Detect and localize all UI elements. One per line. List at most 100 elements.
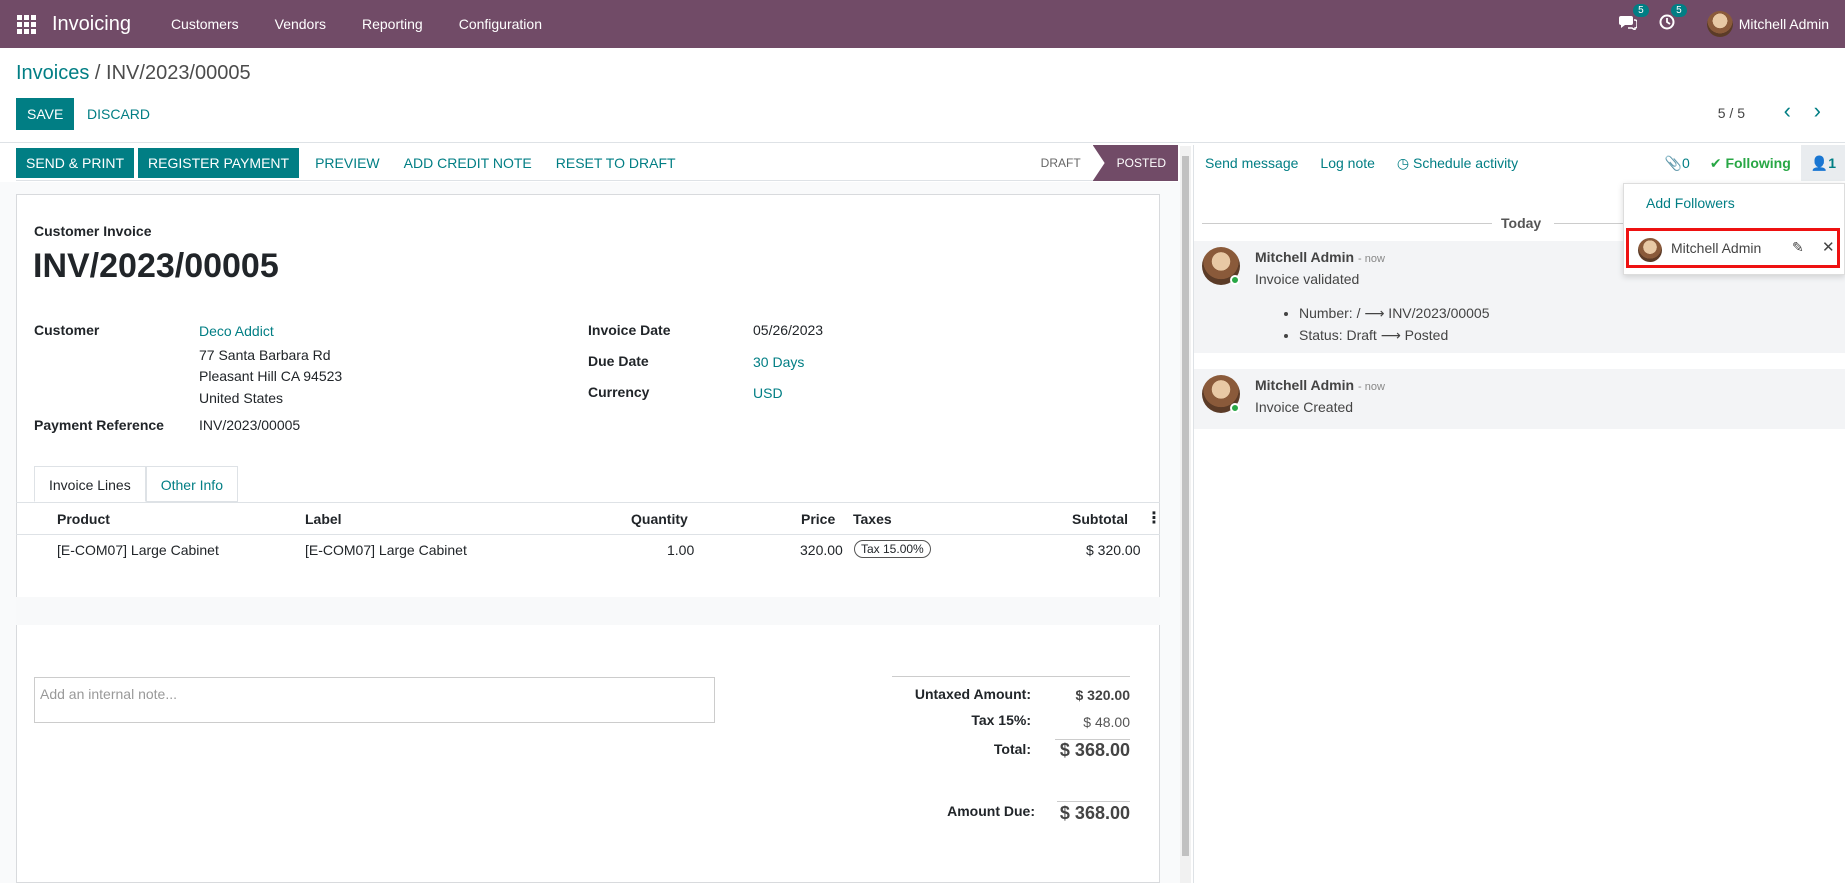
form-scrollbar[interactable] (1180, 146, 1191, 883)
payment-reference-label: Payment Reference (34, 417, 164, 433)
messaging-icon[interactable]: 5 (1618, 3, 1649, 35)
check-icon: ✔ (1709, 154, 1726, 171)
attachments-count: 0 (1682, 154, 1690, 171)
customer-label: Customer (34, 322, 100, 338)
customer-address-line3: United States (199, 390, 284, 406)
state-draft[interactable]: DRAFT (1025, 145, 1093, 181)
invoice-date-value[interactable]: 05/26/2023 (753, 322, 823, 338)
tracking-value: Number: / ⟶ INV/2023/00005 (1299, 305, 1490, 322)
message-time: - now (1358, 381, 1385, 393)
due-date-link[interactable]: 30 Days (753, 354, 804, 370)
discard-button[interactable]: DISCARD (78, 98, 159, 130)
column-price[interactable]: Price (801, 511, 835, 527)
message-author[interactable]: Mitchell Admin - now (1255, 377, 1385, 393)
breadcrumb-separator: / (89, 62, 107, 84)
line-tax-badge: Tax 15.00% (854, 540, 931, 558)
follower-name[interactable]: Mitchell Admin (1671, 240, 1761, 256)
tax-value: $ 48.00 (1083, 714, 1130, 730)
following-label: Following (1725, 154, 1791, 171)
systray: 5 5 Mitchell Admin (1618, 0, 1845, 48)
untaxed-amount-value: $ 320.00 (1075, 687, 1131, 703)
log-note-button[interactable]: Log note (1309, 155, 1386, 171)
column-taxes[interactable]: Taxes (853, 511, 892, 527)
table-row[interactable]: [E-COM07] Large Cabinet [E-COM07] Large … (16, 535, 1160, 567)
save-button[interactable]: SAVE (16, 98, 75, 130)
edit-pencil-icon[interactable]: ✎ (1792, 239, 1804, 256)
internal-note-input[interactable]: Add an internal note... (34, 677, 715, 723)
message-time: - now (1358, 253, 1385, 265)
attachments-button[interactable]: 📎0 (1655, 155, 1700, 172)
messages-badge: 5 (1633, 3, 1649, 17)
total-value: $ 368.00 (1059, 740, 1130, 760)
menu-reporting[interactable]: Reporting (344, 16, 441, 32)
tab-invoice-lines[interactable]: Invoice Lines (34, 466, 146, 502)
clock-icon: ◷ (1396, 154, 1414, 171)
user-menu[interactable]: Mitchell Admin (1706, 11, 1829, 37)
followers-count: 1 (1828, 155, 1836, 171)
breadcrumb: Invoices / INV/2023/00005 (16, 62, 251, 85)
user-avatar (1706, 11, 1733, 37)
register-payment-button[interactable]: REGISTER PAYMENT (138, 147, 300, 178)
column-subtotal[interactable]: Subtotal (1072, 511, 1128, 527)
pager-next-icon[interactable]: › (1814, 100, 1821, 122)
remove-close-icon[interactable]: ✕ (1822, 238, 1835, 256)
line-quantity[interactable]: 1.00 (667, 542, 694, 558)
breadcrumb-current: INV/2023/00005 (106, 62, 251, 84)
column-label[interactable]: Label (305, 511, 342, 527)
user-name: Mitchell Admin (1738, 16, 1829, 32)
paperclip-icon: 📎 (1664, 154, 1683, 171)
message-body: Invoice validated (1255, 271, 1360, 287)
send-print-button[interactable]: SEND & PRINT (16, 147, 135, 178)
follower-avatar (1638, 238, 1662, 262)
pager-value[interactable]: 5 / 5 (1718, 105, 1745, 121)
payment-reference-value[interactable]: INV/2023/00005 (199, 417, 300, 433)
reset-to-draft-button[interactable]: RESET TO DRAFT (544, 148, 688, 178)
pager-previous-icon[interactable]: ‹ (1784, 100, 1791, 122)
currency-link[interactable]: USD (753, 385, 783, 401)
message-author[interactable]: Mitchell Admin - now (1255, 249, 1385, 265)
followers-dropdown: Add Followers Mitchell Admin ✎ ✕ (1623, 183, 1845, 275)
optional-columns-icon[interactable]: ⋮ (1146, 508, 1162, 528)
invoice-lines-header: Product Label Quantity Price Taxes Subto… (16, 503, 1162, 535)
followers-button[interactable]: 👤1 (1800, 145, 1845, 181)
line-subtotal: $ 320.00 (1086, 542, 1141, 558)
preview-button[interactable]: PREVIEW (303, 148, 392, 178)
schedule-activity-button[interactable]: ◷ Schedule activity (1386, 155, 1529, 172)
menu-vendors[interactable]: Vendors (257, 16, 344, 32)
follower-item[interactable]: Mitchell Admin ✎ ✕ (1626, 228, 1840, 268)
add-credit-note-button[interactable]: ADD CREDIT NOTE (392, 148, 544, 178)
message-author-name: Mitchell Admin (1255, 249, 1355, 265)
customer-name-link[interactable]: Deco Addict (199, 323, 274, 339)
schedule-activity-label: Schedule activity (1413, 154, 1519, 171)
form-statusbar: SEND & PRINT REGISTER PAYMENT PREVIEW AD… (16, 145, 1178, 181)
line-price[interactable]: 320.00 (800, 542, 843, 558)
activities-badge: 5 (1671, 3, 1687, 17)
breadcrumb-invoices[interactable]: Invoices (16, 62, 89, 84)
line-product[interactable]: [E-COM07] Large Cabinet (57, 542, 219, 558)
following-button[interactable]: ✔ Following (1700, 155, 1801, 172)
activity-clock-icon[interactable]: 5 (1659, 3, 1687, 35)
line-label[interactable]: [E-COM07] Large Cabinet (305, 542, 467, 558)
menu-configuration[interactable]: Configuration (441, 16, 560, 32)
state-posted[interactable]: POSTED (1092, 145, 1178, 181)
totals-divider (892, 676, 1130, 677)
scrollbar-thumb[interactable] (1182, 156, 1189, 856)
app-brand[interactable]: Invoicing (52, 13, 131, 36)
message-item: Mitchell Admin - now Invoice Created (1194, 369, 1845, 429)
top-navbar: Invoicing Customers Vendors Reporting Co… (0, 0, 1845, 48)
column-quantity[interactable]: Quantity (631, 511, 688, 527)
currency-label: Currency (588, 384, 650, 400)
state-selector: DRAFT POSTED (1025, 145, 1178, 181)
add-followers-button[interactable]: Add Followers (1646, 195, 1735, 211)
invoice-date-label: Invoice Date (588, 322, 671, 338)
amount-due-label: Amount Due: (947, 803, 1035, 819)
empty-line-row (16, 597, 1160, 625)
apps-menu-icon[interactable] (14, 12, 38, 36)
chatter-topbar-right: 📎0 ✔ Following 👤1 (1655, 145, 1845, 181)
tracking-values-list: Number: / ⟶ INV/2023/00005 Status: Draft… (1299, 305, 1490, 349)
send-message-button[interactable]: Send message (1194, 155, 1309, 171)
column-product[interactable]: Product (57, 511, 110, 527)
invoice-type-label: Customer Invoice (34, 223, 152, 239)
menu-customers[interactable]: Customers (153, 16, 257, 32)
tab-other-info[interactable]: Other Info (145, 466, 238, 502)
